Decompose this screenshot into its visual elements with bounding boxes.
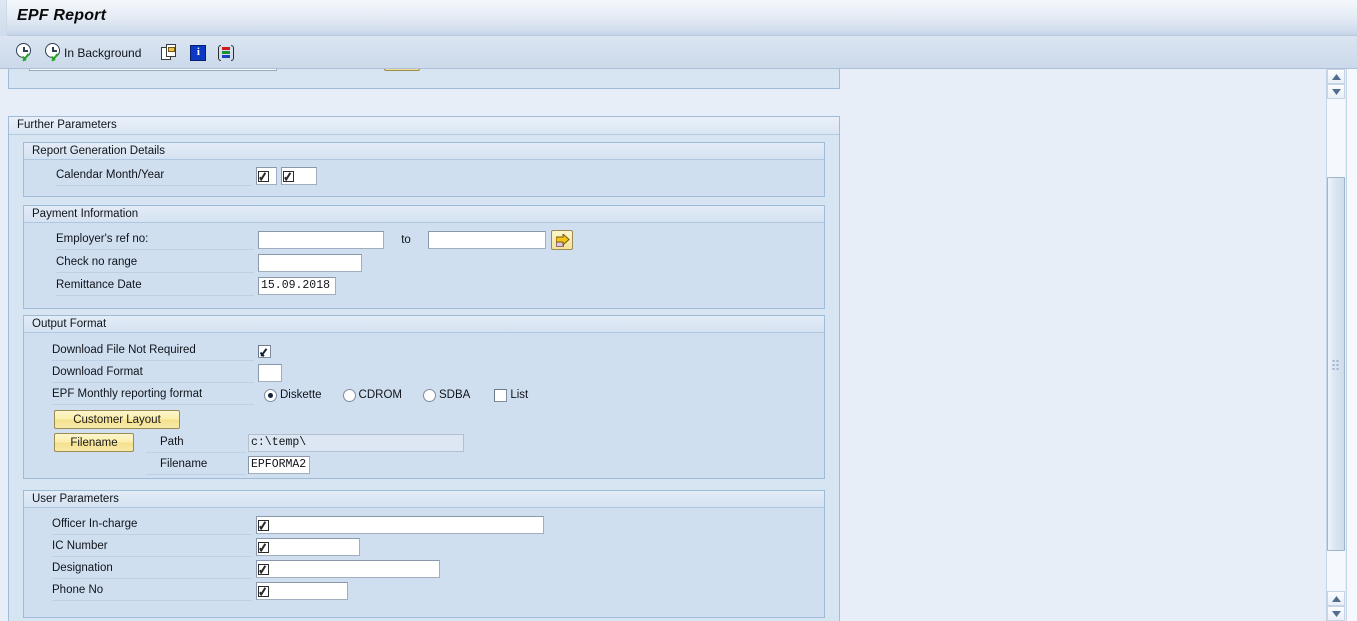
checkbox-option-list[interactable]: List (494, 388, 529, 402)
multiple-selection-button[interactable] (551, 230, 573, 250)
possible-entries-icon (258, 585, 269, 597)
path-input[interactable]: c:\temp\ (248, 434, 464, 452)
ic-number-input[interactable] (256, 538, 360, 556)
group-output-format-title: Output Format (24, 316, 824, 333)
radio-diskette-icon (264, 388, 277, 402)
radio-option-sdba-label: SDBA (439, 389, 471, 401)
outer-vertical-scrollbar[interactable] (1346, 69, 1357, 621)
scroll-down-button-bottom[interactable] (1327, 606, 1345, 621)
check-no-range-input[interactable] (258, 254, 362, 272)
epf-reporting-format-label: EPF Monthly reporting format (52, 385, 254, 405)
filename-label: Filename (146, 455, 246, 475)
clock-check-icon (15, 43, 34, 62)
calendar-year-input[interactable] (281, 167, 317, 185)
filename-button[interactable]: Filename (54, 433, 134, 452)
clipped-yellow-button[interactable] (384, 69, 420, 71)
group-report-generation-details-title: Report Generation Details (24, 143, 824, 160)
download-file-not-required-label: Download File Not Required (52, 341, 254, 361)
possible-entries-icon (283, 170, 294, 182)
officer-in-charge-label: Officer In-charge (52, 515, 252, 535)
scroll-down-button[interactable] (1327, 84, 1345, 99)
scrollbar-grip (1332, 360, 1340, 370)
execute-in-background-button[interactable]: In Background (41, 40, 144, 66)
path-label: Path (146, 433, 246, 453)
radio-option-sdba[interactable]: SDBA (423, 388, 471, 402)
download-format-label: Download Format (52, 363, 254, 383)
execute-button[interactable] (12, 40, 37, 66)
group-user-parameters: User Parameters Officer In-charge IC Num… (23, 490, 825, 618)
page-title: EPF Report (17, 7, 107, 24)
sap-gui-window: EPF Report In Background i Further Param… (0, 0, 1357, 621)
info-icon: i (190, 44, 207, 61)
clock-check-icon (44, 43, 63, 62)
titlebar-left-edge (0, 0, 7, 36)
group-report-generation-details: Report Generation Details Calendar Month… (23, 142, 825, 197)
triangle-up-icon (1331, 595, 1341, 602)
employer-ref-from-input[interactable] (258, 231, 384, 249)
possible-entries-icon (258, 563, 269, 575)
download-file-not-required-checkbox[interactable] (258, 344, 271, 358)
radio-option-cdrom-label: CDROM (358, 389, 402, 401)
customer-layout-button[interactable]: Customer Layout (54, 410, 180, 429)
possible-entries-icon (258, 541, 269, 553)
inner-vertical-scrollbar[interactable] (1326, 69, 1345, 621)
selection-screen-canvas: Further Parameters Report Generation Det… (0, 69, 1357, 621)
radio-cdrom-icon (342, 388, 356, 402)
radio-sdba-icon (423, 388, 436, 402)
list-checkbox (494, 388, 508, 402)
group-further-parameters-title: Further Parameters (9, 117, 839, 135)
calendar-month-year-label: Calendar Month/Year (56, 166, 252, 186)
application-toolbar: In Background i © www.tutorialkart.com (0, 36, 1357, 100)
checkbox-option-list-label: List (510, 389, 529, 401)
phone-no-input[interactable] (256, 582, 348, 600)
scrollbar-thumb[interactable] (1327, 177, 1345, 551)
radio-option-diskette-label: Diskette (280, 389, 322, 401)
check-no-range-label: Check no range (56, 253, 254, 273)
remittance-date-label: Remittance Date (56, 276, 254, 296)
scroll-up-button-bottom[interactable] (1327, 591, 1345, 606)
possible-entries-icon (258, 170, 269, 182)
clipped-panel-above (8, 69, 840, 89)
designation-label: Designation (52, 559, 252, 579)
radio-option-diskette[interactable]: Diskette (264, 388, 322, 402)
officer-in-charge-input[interactable] (256, 516, 544, 534)
group-user-parameters-title: User Parameters (24, 491, 824, 508)
variant-bars-icon (218, 44, 235, 61)
designation-input[interactable] (256, 560, 440, 578)
triangle-down-icon (1331, 610, 1341, 617)
remittance-date-input[interactable]: 15.09.2018 (258, 277, 336, 295)
calendar-month-input[interactable] (256, 167, 277, 185)
multiple-selection-button[interactable] (158, 40, 181, 66)
scroll-up-button[interactable] (1327, 69, 1345, 84)
group-output-format: Output Format Download File Not Required… (23, 315, 825, 479)
window-titlebar: EPF Report (0, 0, 1357, 36)
possible-entries-icon (258, 519, 269, 531)
get-variant-button[interactable] (215, 40, 237, 66)
group-payment-information-title: Payment Information (24, 206, 824, 223)
execute-in-background-label: In Background (64, 45, 142, 60)
clipped-input-field[interactable] (29, 69, 277, 71)
group-payment-information: Payment Information Employer's ref no: t… (23, 205, 825, 309)
triangle-down-icon (1331, 88, 1341, 95)
range-to-label: to (401, 234, 411, 246)
phone-no-label: Phone No (52, 581, 252, 601)
radio-option-cdrom[interactable]: CDROM (342, 388, 402, 402)
ic-number-label: IC Number (52, 537, 252, 557)
group-further-parameters: Further Parameters Report Generation Det… (8, 116, 840, 621)
arrow-right-icon (556, 234, 570, 246)
filename-input[interactable]: EPFORMA2 (248, 456, 310, 474)
info-button[interactable]: i (187, 40, 209, 66)
copy-pages-icon (161, 44, 178, 61)
download-format-input[interactable] (258, 364, 282, 382)
employer-ref-to-input[interactable] (428, 231, 546, 249)
triangle-up-icon (1331, 73, 1341, 80)
employer-ref-label: Employer's ref no: (56, 230, 254, 250)
